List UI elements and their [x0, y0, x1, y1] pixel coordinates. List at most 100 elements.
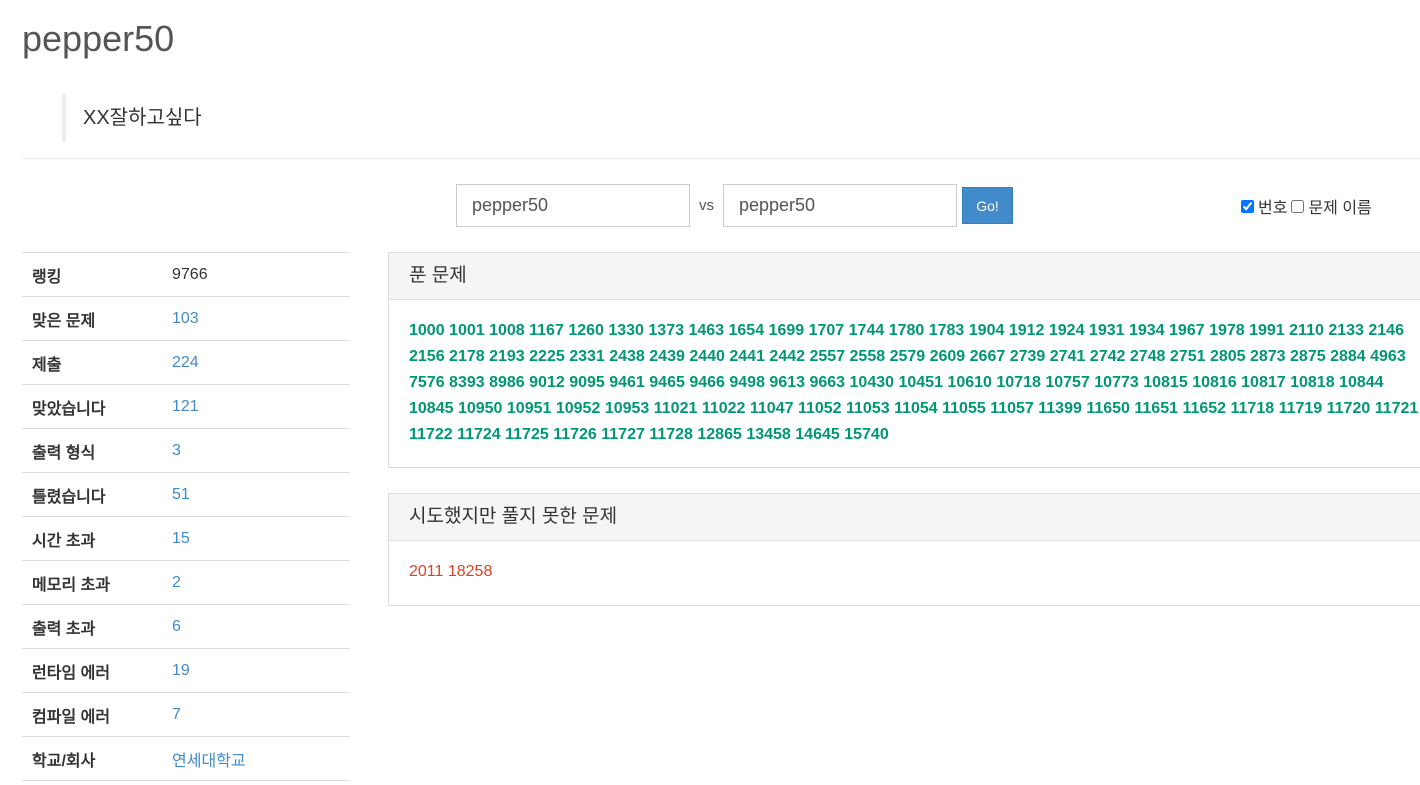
solved-problem-link[interactable]: 2875 — [1290, 348, 1326, 365]
tried-problem-link[interactable]: 2011 — [409, 563, 443, 580]
solved-problem-link[interactable]: 8393 — [449, 374, 485, 391]
solved-problem-link[interactable]: 2110 — [1289, 322, 1324, 339]
solved-problem-link[interactable]: 10451 — [898, 374, 943, 391]
solved-problem-link[interactable]: 2558 — [850, 348, 886, 365]
solved-problem-link[interactable]: 2440 — [689, 348, 725, 365]
solved-problem-link[interactable]: 1330 — [608, 322, 644, 339]
solved-problem-link[interactable]: 1978 — [1209, 322, 1245, 339]
solved-problem-link[interactable]: 11022 — [702, 400, 746, 417]
solved-problem-link[interactable]: 11728 — [649, 426, 693, 443]
solved-problem-link[interactable]: 1924 — [1049, 322, 1085, 339]
solved-problem-link[interactable]: 2133 — [1328, 322, 1364, 339]
solved-problem-link[interactable]: 10773 — [1094, 374, 1139, 391]
stats-value[interactable]: 6 — [172, 604, 350, 649]
solved-problem-link[interactable]: 1373 — [648, 322, 684, 339]
solved-problem-link[interactable]: 2741 — [1050, 348, 1086, 365]
solved-problem-link[interactable]: 10953 — [605, 400, 650, 417]
solved-problem-link[interactable]: 1260 — [568, 322, 604, 339]
solved-problem-link[interactable]: 1707 — [809, 322, 845, 339]
solved-problem-link[interactable]: 11725 — [505, 426, 549, 443]
solved-problem-link[interactable]: 2331 — [569, 348, 605, 365]
solved-problem-link[interactable]: 2225 — [529, 348, 565, 365]
number-checkbox[interactable] — [1241, 199, 1254, 213]
solved-problem-link[interactable]: 2805 — [1210, 348, 1246, 365]
solved-problem-link[interactable]: 11724 — [457, 426, 501, 443]
solved-problem-link[interactable]: 11652 — [1182, 400, 1226, 417]
stats-value[interactable]: 15 — [172, 516, 350, 561]
solved-problem-link[interactable]: 11722 — [409, 426, 453, 443]
solved-problem-link[interactable]: 10718 — [996, 374, 1041, 391]
solved-problem-link[interactable]: 2438 — [609, 348, 645, 365]
solved-problem-link[interactable]: 2178 — [449, 348, 485, 365]
solved-problem-link[interactable]: 11650 — [1086, 400, 1130, 417]
solved-problem-link[interactable]: 11054 — [894, 400, 938, 417]
solved-problem-link[interactable]: 9095 — [569, 374, 605, 391]
solved-problem-link[interactable]: 2739 — [1010, 348, 1046, 365]
solved-problem-link[interactable]: 11047 — [750, 400, 794, 417]
solved-problem-link[interactable]: 1008 — [489, 322, 525, 339]
solved-problem-link[interactable]: 1991 — [1249, 322, 1285, 339]
vs-right-input[interactable] — [723, 184, 957, 227]
stats-value[interactable]: 3 — [172, 428, 350, 473]
solved-problem-link[interactable]: 10757 — [1045, 374, 1090, 391]
stats-value[interactable]: 연세대학교 — [172, 736, 350, 781]
solved-problem-link[interactable]: 9466 — [689, 374, 725, 391]
solved-problem-link[interactable]: 12865 — [697, 426, 742, 443]
solved-problem-link[interactable]: 2884 — [1330, 348, 1366, 365]
solved-problem-link[interactable]: 11718 — [1231, 400, 1275, 417]
solved-problem-link[interactable]: 1463 — [688, 322, 724, 339]
solved-problem-link[interactable]: 7576 — [409, 374, 445, 391]
stats-value[interactable]: 224 — [172, 340, 350, 385]
solved-problem-link[interactable]: 9663 — [809, 374, 845, 391]
solved-problem-link[interactable]: 10816 — [1192, 374, 1237, 391]
solved-problem-link[interactable]: 13458 — [746, 426, 791, 443]
solved-problem-link[interactable]: 1744 — [849, 322, 885, 339]
solved-problem-link[interactable]: 11021 — [654, 400, 698, 417]
solved-problem-link[interactable]: 1000 — [409, 322, 445, 339]
solved-problem-link[interactable]: 8986 — [489, 374, 525, 391]
solved-problem-link[interactable]: 11726 — [553, 426, 597, 443]
solved-problem-link[interactable]: 2742 — [1090, 348, 1126, 365]
solved-problem-link[interactable]: 2667 — [970, 348, 1006, 365]
solved-problem-link[interactable]: 11057 — [990, 400, 1034, 417]
solved-problem-link[interactable]: 10844 — [1339, 374, 1384, 391]
stats-value[interactable]: 7 — [172, 692, 350, 737]
solved-problem-link[interactable]: 14645 — [795, 426, 840, 443]
solved-problem-link[interactable]: 10952 — [556, 400, 601, 417]
solved-problem-link[interactable]: 1780 — [889, 322, 925, 339]
solved-problem-link[interactable]: 4963 — [1370, 348, 1406, 365]
solved-problem-link[interactable]: 9498 — [729, 374, 765, 391]
solved-problem-link[interactable]: 10950 — [458, 400, 503, 417]
solved-problem-link[interactable]: 2439 — [649, 348, 685, 365]
solved-problem-link[interactable]: 1654 — [729, 322, 765, 339]
stats-value[interactable]: 121 — [172, 384, 350, 429]
solved-problem-link[interactable]: 1783 — [929, 322, 965, 339]
solved-problem-link[interactable]: 1699 — [769, 322, 805, 339]
stats-value[interactable]: 103 — [172, 296, 350, 341]
solved-problem-link[interactable]: 9465 — [649, 374, 685, 391]
solved-problem-link[interactable]: 15740 — [844, 426, 889, 443]
option-number[interactable]: 번호 — [1241, 194, 1287, 218]
title-checkbox[interactable] — [1291, 199, 1305, 213]
solved-problem-link[interactable]: 2579 — [890, 348, 926, 365]
solved-problem-link[interactable]: 11719 — [1279, 400, 1323, 417]
solved-problem-link[interactable]: 2442 — [769, 348, 805, 365]
solved-problem-link[interactable]: 10610 — [947, 374, 992, 391]
go-button[interactable]: Go! — [962, 187, 1013, 224]
solved-problem-link[interactable]: 1167 — [529, 322, 564, 339]
solved-problem-link[interactable]: 1904 — [969, 322, 1005, 339]
solved-problem-link[interactable]: 2873 — [1250, 348, 1286, 365]
option-title[interactable]: 문제 이름 — [1291, 194, 1372, 218]
solved-problem-link[interactable]: 2751 — [1170, 348, 1206, 365]
solved-problem-link[interactable]: 9461 — [609, 374, 645, 391]
solved-problem-link[interactable]: 11651 — [1134, 400, 1178, 417]
solved-problem-link[interactable]: 10845 — [409, 400, 454, 417]
solved-problem-link[interactable]: 11727 — [601, 426, 645, 443]
solved-problem-link[interactable]: 2748 — [1130, 348, 1166, 365]
solved-problem-link[interactable]: 1931 — [1089, 322, 1125, 339]
solved-problem-link[interactable]: 11052 — [798, 400, 842, 417]
solved-problem-link[interactable]: 2557 — [809, 348, 845, 365]
solved-problem-link[interactable]: 1912 — [1009, 322, 1045, 339]
solved-problem-link[interactable]: 2193 — [489, 348, 525, 365]
solved-problem-link[interactable]: 9012 — [529, 374, 565, 391]
